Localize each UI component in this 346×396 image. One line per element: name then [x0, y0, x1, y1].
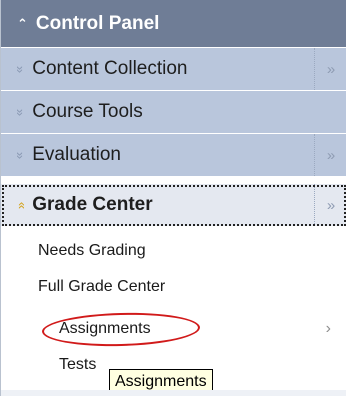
chevron-down-double-icon: » [13, 65, 29, 73]
flyout-chevron-right-double-icon[interactable]: » [314, 134, 346, 176]
panel-bottom-edge [1, 390, 346, 396]
menu-item-content-collection[interactable]: » Content Collection » [1, 48, 346, 91]
flyout-chevron-right-double-icon[interactable]: » [314, 48, 346, 90]
menu-item-grade-center[interactable]: » Grade Center » [1, 184, 346, 227]
control-panel-title: Control Panel [35, 12, 160, 34]
menu-item-course-tools[interactable]: » Course Tools [1, 91, 346, 134]
chevron-up-double-icon: ⌃︎ [17, 16, 28, 31]
flyout-chevron-right-double-icon[interactable]: » [314, 184, 346, 226]
submenu-item-label: Full Grade Center [38, 278, 166, 295]
submenu-item-full-grade-center[interactable]: Full Grade Center [1, 272, 346, 302]
control-panel-header[interactable]: ⌃︎ Control Panel [1, 0, 346, 48]
menu-item-label: Grade Center [32, 194, 153, 215]
chevron-up-double-icon: » [13, 201, 29, 209]
menu-item-label: Course Tools [32, 101, 143, 122]
menu-item-evaluation[interactable]: » Evaluation » [1, 134, 346, 177]
chevron-down-double-icon: » [13, 151, 29, 159]
tooltip-text: Assignments [115, 373, 207, 390]
menu-item-label: Content Collection [32, 58, 188, 79]
menu-item-label: Evaluation [32, 144, 121, 165]
control-panel: ⌃︎ Control Panel » Content Collection » … [0, 0, 346, 396]
submenu-item-needs-grading[interactable]: Needs Grading [1, 236, 346, 266]
submenu-item-label: Needs Grading [38, 242, 146, 259]
chevron-down-double-icon: » [13, 108, 29, 116]
chevron-right-icon: › [325, 320, 331, 337]
submenu-item-label: Tests [59, 356, 97, 373]
